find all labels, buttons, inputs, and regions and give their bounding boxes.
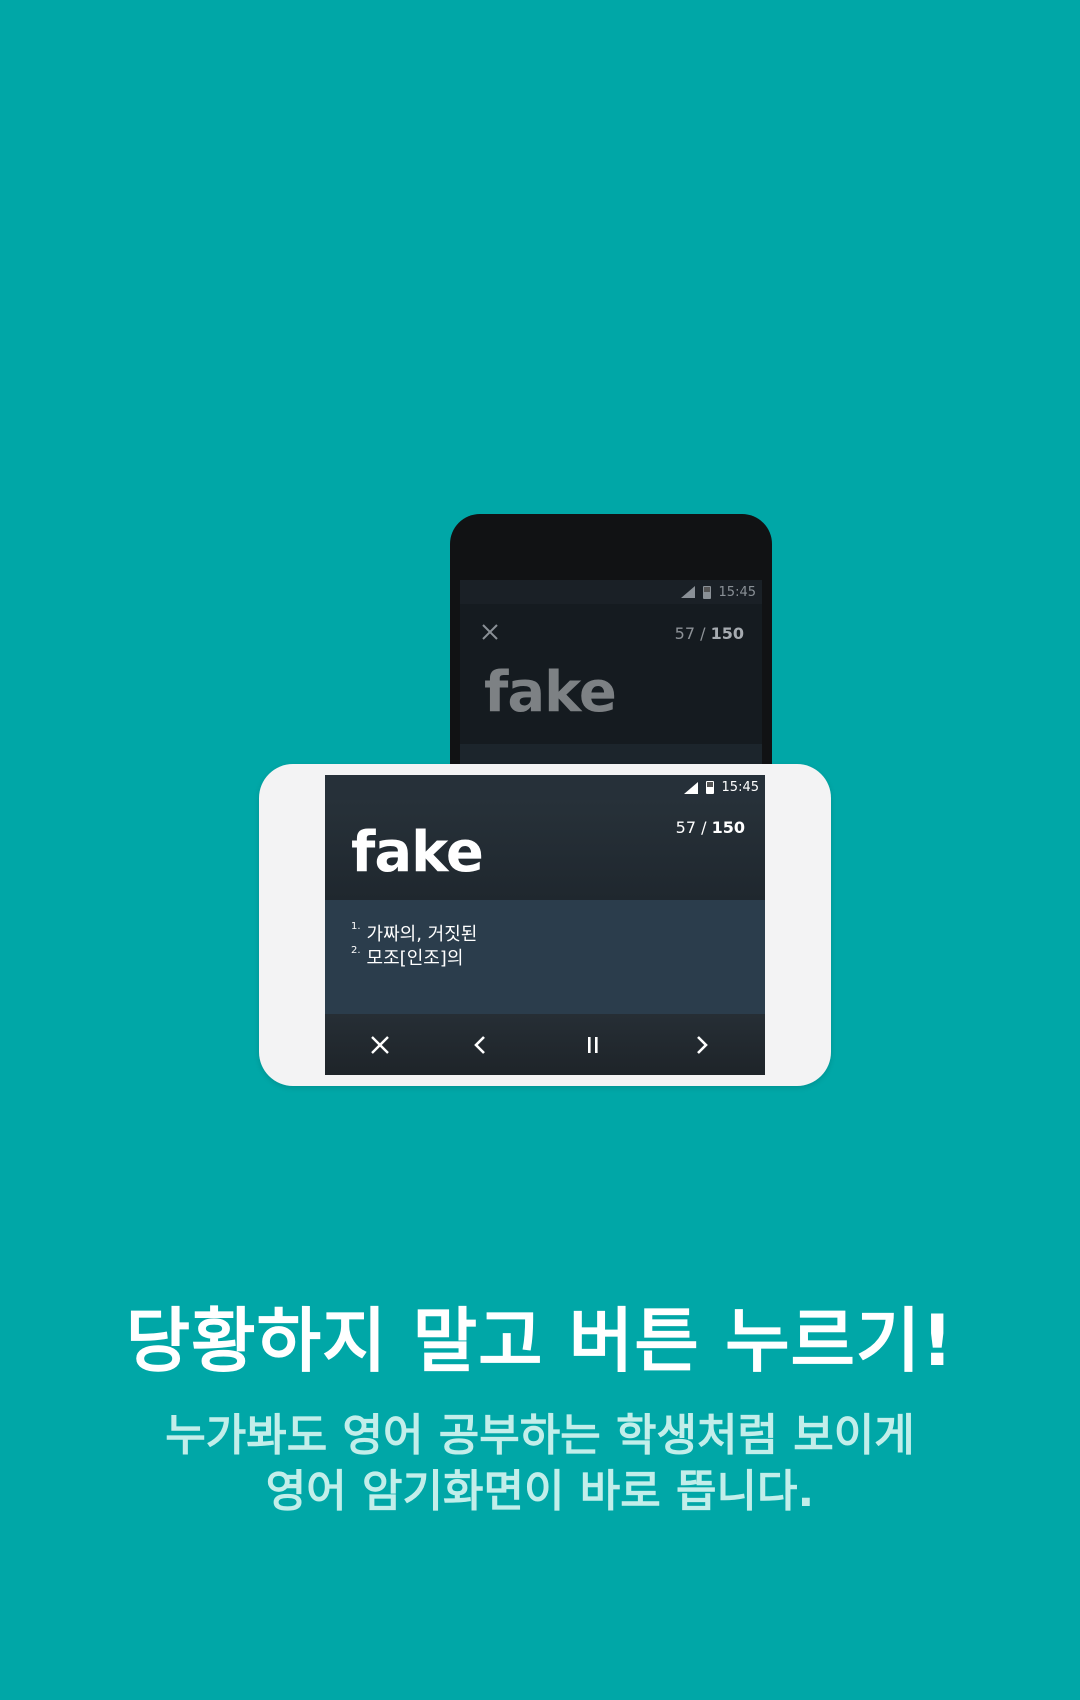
front-word: fake — [351, 820, 484, 885]
close-icon — [371, 1036, 389, 1054]
back-phone: 15:45 57 / 150 fake — [450, 514, 772, 774]
previous-button[interactable] — [466, 1030, 496, 1060]
headline: 당황하지 말고 버튼 누르기! — [125, 1300, 955, 1382]
definition-number: 2. — [351, 945, 361, 956]
definition-text: 가짜의, 거짓된 — [366, 924, 478, 945]
next-button[interactable] — [686, 1030, 716, 1060]
close-icon[interactable] — [480, 622, 500, 642]
signal-icon — [680, 586, 695, 598]
definition-item: 2. 모조[인조]의 — [351, 944, 765, 969]
close-button[interactable] — [365, 1030, 395, 1060]
definition-text: 모조[인조]의 — [366, 948, 464, 969]
playback-controls — [325, 1014, 765, 1075]
subheadline-line-2: 영어 암기화면이 바로 뜹니다. — [265, 1466, 815, 1517]
front-counter-current: 57 / — [675, 818, 712, 837]
back-counter-current: 57 / — [674, 624, 711, 643]
back-status-bar: 15:45 — [460, 580, 762, 604]
chevron-right-icon — [697, 1036, 708, 1054]
back-word-header: 57 / 150 fake — [460, 604, 762, 744]
pause-button[interactable] — [578, 1030, 608, 1060]
battery-icon — [705, 781, 714, 794]
back-status-time: 15:45 — [718, 584, 756, 600]
front-phone-screen: 15:45 fake 57 / 150 1. 가짜의, 거짓된 2. 모조[인조… — [325, 775, 765, 1075]
subheadline: 누가봐도 영어 공부하는 학생처럼 보이게 영어 암기화면이 바로 뜹니다. — [0, 1408, 1080, 1520]
back-word: fake — [484, 660, 617, 725]
definition-number: 1. — [351, 921, 361, 932]
definition-item: 1. 가짜의, 거짓된 — [351, 920, 765, 945]
back-phone-screen: 15:45 57 / 150 fake — [460, 580, 762, 774]
chevron-left-icon — [474, 1036, 485, 1054]
pause-icon — [588, 1037, 598, 1053]
signal-icon — [683, 781, 698, 794]
front-word-header: fake 57 / 150 — [325, 800, 765, 900]
front-status-bar: 15:45 — [325, 775, 765, 800]
front-status-time: 15:45 — [721, 780, 759, 795]
back-counter-total: 150 — [710, 624, 744, 643]
front-counter-total: 150 — [711, 818, 745, 837]
front-phone: 15:45 fake 57 / 150 1. 가짜의, 거짓된 2. 모조[인조… — [259, 764, 831, 1086]
battery-icon — [702, 585, 711, 599]
back-word-counter: 57 / 150 — [675, 624, 744, 643]
front-word-counter: 57 / 150 — [676, 818, 745, 837]
subheadline-line-1: 누가봐도 영어 공부하는 학생처럼 보이게 — [165, 1410, 915, 1461]
definition-panel: 1. 가짜의, 거짓된 2. 모조[인조]의 — [325, 900, 765, 1014]
